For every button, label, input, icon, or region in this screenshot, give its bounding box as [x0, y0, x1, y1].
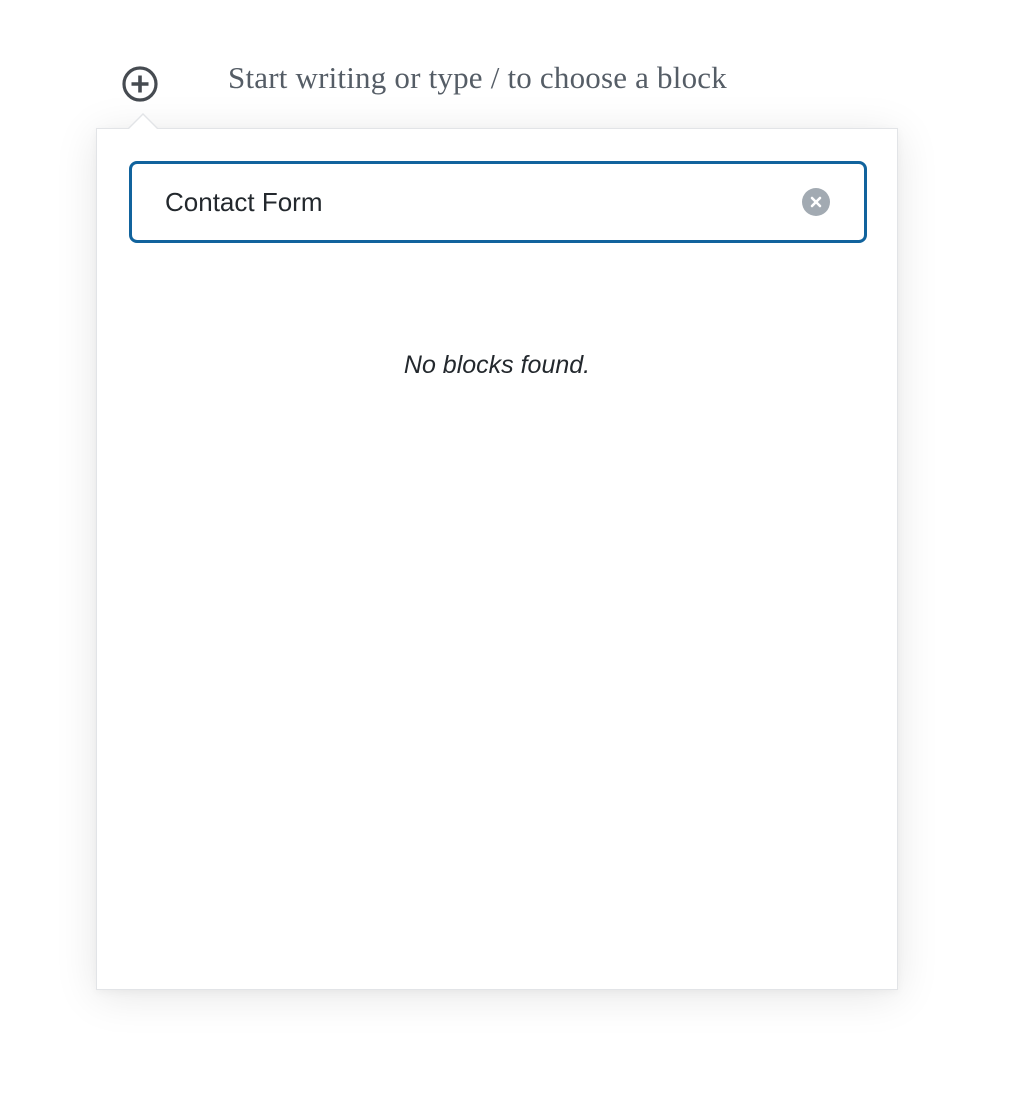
- popover-arrow-fill: [129, 115, 157, 129]
- clear-search-button[interactable]: [802, 188, 830, 216]
- block-search-input[interactable]: [132, 164, 785, 240]
- close-icon: [810, 196, 822, 208]
- block-inserter-toggle[interactable]: [120, 64, 160, 104]
- block-inserter-popover: No blocks found.: [96, 128, 898, 990]
- block-placeholder[interactable]: Start writing or type / to choose a bloc…: [228, 60, 727, 96]
- block-search-box: [129, 161, 867, 243]
- plus-circle-icon: [122, 66, 158, 102]
- no-results-message: No blocks found.: [403, 351, 591, 379]
- editor-canvas: Start writing or type / to choose a bloc…: [0, 0, 1022, 1102]
